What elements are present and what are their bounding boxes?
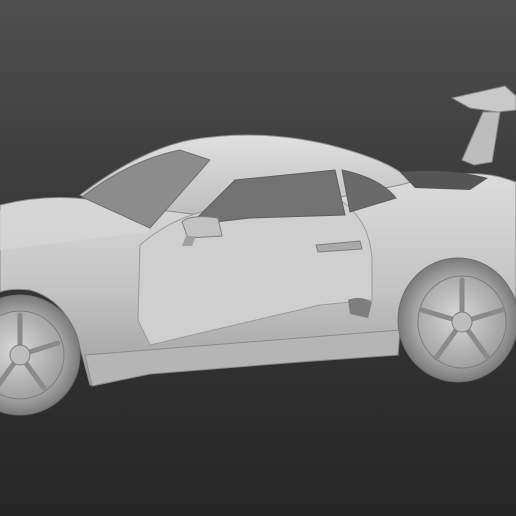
render-viewport xyxy=(0,0,516,516)
rear-wing xyxy=(450,85,516,166)
car-model-render xyxy=(0,85,516,416)
rear-wheel xyxy=(397,257,516,383)
